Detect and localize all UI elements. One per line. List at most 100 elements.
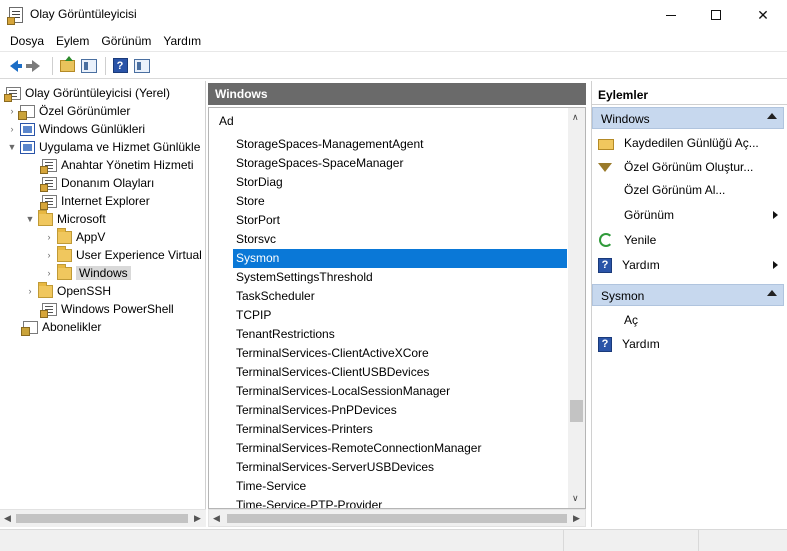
list-item[interactable]: TenantRestrictions	[233, 325, 567, 344]
back-arrow-icon	[10, 59, 22, 72]
tree-item-user-experience-virtualization[interactable]: › User Experience Virtual	[43, 245, 202, 264]
list-item[interactable]: StorPort	[233, 211, 567, 230]
list-item-selected[interactable]: Sysmon	[233, 249, 567, 268]
actions-section-sysmon[interactable]: Sysmon	[592, 284, 784, 306]
expand-chevron-icon[interactable]: ›	[43, 268, 55, 278]
forward-button[interactable]	[26, 56, 46, 76]
tree-item-windows[interactable]: › Windows	[43, 263, 131, 282]
scroll-up-icon[interactable]: ∧	[572, 112, 579, 123]
tree-item-windows-powershell[interactable]: Windows PowerShell	[40, 300, 174, 318]
action-import-custom-view[interactable]: Özel Görünüm Al...	[624, 180, 787, 200]
app-services-logs-icon	[20, 140, 35, 154]
title-bar: Olay Görüntüleyicisi ✕	[0, 0, 787, 30]
close-button[interactable]: ✕	[740, 0, 786, 30]
list-item[interactable]: StorageSpaces-SpaceManager	[233, 154, 567, 173]
list-item[interactable]: TerminalServices-RemoteConnectionManager	[233, 439, 567, 458]
scrollbar-thumb[interactable]	[16, 514, 188, 523]
show-hide-tree-button[interactable]	[79, 56, 99, 76]
scroll-right-icon[interactable]: ▶	[194, 513, 201, 524]
list-item[interactable]: Storsvc	[233, 230, 567, 249]
list-item[interactable]: TerminalServices-ServerUSBDevices	[233, 458, 567, 477]
tree-item-root[interactable]: Olay Görüntüleyicisi (Yerel)	[4, 84, 170, 102]
action-label: Yenile	[624, 233, 657, 247]
list-item[interactable]: TerminalServices-PnPDevices	[233, 401, 567, 420]
tree-item-openssh[interactable]: › OpenSSH	[24, 281, 111, 300]
list-item[interactable]: SystemSettingsThreshold	[233, 268, 567, 287]
tree-item-appv[interactable]: › AppV	[43, 227, 106, 246]
list-item[interactable]: TerminalServices-Printers	[233, 420, 567, 439]
list-item[interactable]: Store	[233, 192, 567, 211]
scrollbar-thumb[interactable]	[227, 514, 567, 523]
scrollbar-thumb[interactable]	[570, 400, 583, 422]
tree-item-subscriptions[interactable]: Abonelikler	[21, 318, 101, 336]
action-help-submenu[interactable]: ? Yardım	[598, 255, 780, 275]
column-header-name[interactable]: Ad	[219, 114, 234, 128]
collapse-chevron-icon[interactable]: ▼	[6, 142, 18, 152]
list-item[interactable]: TCPIP	[233, 306, 567, 325]
action-help[interactable]: ? Yardım	[598, 334, 780, 354]
results-header: Windows	[208, 83, 586, 105]
expand-chevron-icon[interactable]: ›	[24, 286, 36, 296]
tree-item-custom-views[interactable]: › Özel Görünümler	[6, 102, 130, 120]
tree-item-key-management[interactable]: Anahtar Yönetim Hizmeti	[40, 156, 194, 174]
event-viewer-icon	[4, 86, 21, 102]
forward-arrow-icon	[26, 59, 40, 72]
folder-icon	[57, 263, 72, 280]
maximize-button[interactable]	[693, 0, 739, 30]
list-item[interactable]: StorageSpaces-ManagementAgent	[233, 135, 567, 154]
submenu-arrow-icon	[773, 211, 778, 219]
list-item[interactable]: TerminalServices-ClientActiveXCore	[233, 344, 567, 363]
log-list: Ad StorageSpaces-ManagementAgent StorageS…	[208, 107, 586, 509]
menu-action[interactable]: Eylem	[50, 34, 95, 48]
tree-item-app-services[interactable]: ▼ Uygulama ve Hizmet Günlükle	[6, 138, 201, 156]
help-icon: ?	[598, 257, 612, 273]
menu-file[interactable]: Dosya	[4, 34, 50, 48]
tree-item-internet-explorer[interactable]: Internet Explorer	[40, 192, 150, 210]
expand-chevron-icon[interactable]: ›	[43, 250, 55, 260]
collapse-caret-icon[interactable]	[767, 113, 777, 119]
tree-item-label: Anahtar Yönetim Hizmeti	[61, 158, 194, 172]
list-item[interactable]: Time-Service-PTP-Provider	[233, 496, 567, 508]
folder-icon	[38, 209, 53, 226]
scroll-left-icon[interactable]: ◀	[4, 513, 11, 524]
tree-item-windows-logs[interactable]: › Windows Günlükleri	[6, 120, 146, 138]
list-vertical-scrollbar[interactable]: ∧ ∨	[568, 108, 585, 508]
action-label: Özel Görünüm Oluştur...	[624, 160, 754, 174]
help-button[interactable]: ?	[110, 56, 130, 76]
list-item[interactable]: StorDiag	[233, 173, 567, 192]
list-horizontal-scrollbar[interactable]: ◀ ▶	[208, 509, 586, 527]
subscriptions-icon	[21, 320, 38, 336]
up-one-level-button[interactable]	[57, 55, 77, 76]
section-label: Sysmon	[601, 289, 645, 303]
list-item[interactable]: TerminalServices-LocalSessionManager	[233, 382, 567, 401]
menu-view[interactable]: Görünüm	[95, 34, 157, 48]
show-hide-action-pane-button[interactable]	[132, 56, 152, 76]
action-view-submenu[interactable]: Görünüm	[624, 205, 780, 225]
expand-chevron-icon[interactable]: ›	[6, 124, 18, 134]
scroll-right-icon[interactable]: ▶	[573, 513, 580, 524]
list-item[interactable]: TerminalServices-ClientUSBDevices	[233, 363, 567, 382]
close-icon: ✕	[757, 6, 769, 23]
expand-chevron-icon[interactable]: ›	[6, 106, 18, 116]
expand-chevron-icon[interactable]: ›	[43, 232, 55, 242]
collapse-chevron-icon[interactable]: ▼	[24, 214, 36, 224]
tree-item-label: AppV	[76, 230, 106, 244]
collapse-caret-icon[interactable]	[767, 290, 777, 296]
tree-item-hardware-events[interactable]: Donanım Olayları	[40, 174, 154, 192]
actions-section-windows[interactable]: Windows	[592, 107, 784, 129]
list-item[interactable]: TaskScheduler	[233, 287, 567, 306]
action-refresh[interactable]: Yenile	[598, 230, 780, 250]
tree-horizontal-scrollbar[interactable]: ◀ ▶	[0, 509, 206, 527]
tree-item-label: Abonelikler	[42, 320, 102, 334]
scroll-down-icon[interactable]: ∨	[572, 493, 579, 504]
list-item[interactable]: Time-Service	[233, 477, 567, 496]
back-button[interactable]	[4, 56, 24, 76]
tree-item-microsoft[interactable]: ▼ Microsoft	[24, 209, 106, 228]
action-open[interactable]: Aç	[624, 310, 787, 330]
action-create-custom-view[interactable]: Özel Görünüm Oluştur...	[598, 157, 780, 177]
minimize-button[interactable]	[648, 0, 694, 30]
action-open-saved-log[interactable]: Kaydedilen Günlüğü Aç...	[598, 133, 780, 153]
section-label: Windows	[601, 112, 650, 126]
menu-help[interactable]: Yardım	[157, 34, 207, 48]
scroll-left-icon[interactable]: ◀	[213, 513, 220, 524]
